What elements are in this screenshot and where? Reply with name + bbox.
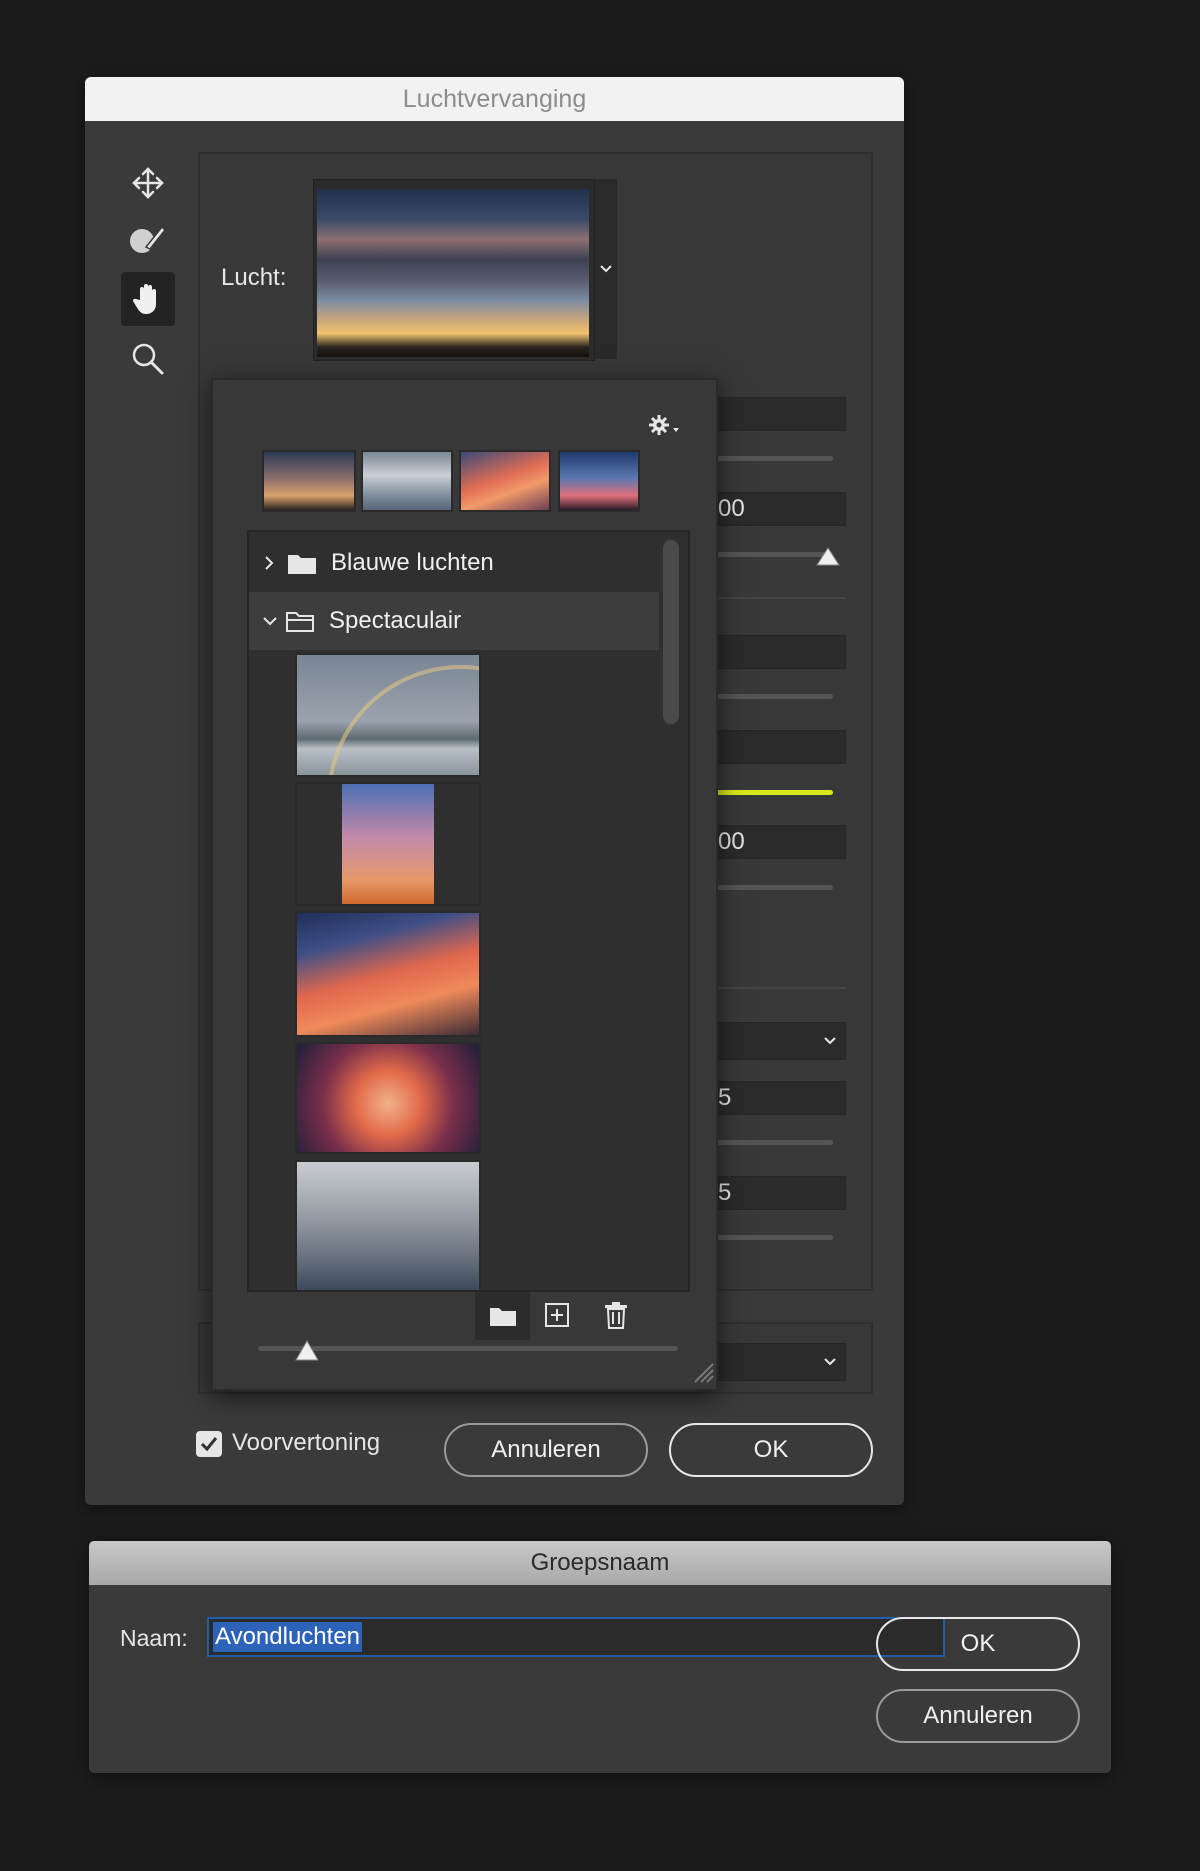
hand-icon: [132, 284, 156, 314]
value-field-7-text: 5: [718, 1179, 732, 1206]
dropdown-1[interactable]: [713, 1022, 846, 1060]
slider-track-6[interactable]: [713, 1140, 833, 1145]
slider-track-3[interactable]: [713, 694, 833, 699]
sky-preview-image[interactable]: [317, 189, 589, 357]
recent-sky-thumb-2[interactable]: [361, 450, 453, 512]
sky-brush-tool[interactable]: [121, 212, 175, 266]
value-field-4[interactable]: [713, 730, 846, 764]
slider-thumb-2[interactable]: [815, 547, 841, 567]
group-name-input[interactable]: Avondluchten: [207, 1617, 945, 1657]
value-field-3[interactable]: [713, 635, 846, 669]
preview-checkbox[interactable]: [196, 1431, 222, 1457]
folder-label: Blauwe luchten: [331, 549, 494, 576]
value-field-7[interactable]: 5: [713, 1176, 846, 1210]
sky-preset-popup: Blauwe luchten Spectaculair: [211, 378, 718, 1391]
name-label: Naam:: [120, 1625, 188, 1651]
move-tool[interactable]: [121, 156, 175, 210]
separator-2: [713, 987, 846, 989]
slider-track-1[interactable]: [713, 456, 833, 461]
new-folder-button[interactable]: [475, 1292, 530, 1340]
group-name-value: Avondluchten: [213, 1622, 363, 1652]
thumbnail-size-thumb[interactable]: [294, 1340, 320, 1362]
ok-button[interactable]: OK: [669, 1423, 873, 1477]
sky-dropdown-toggle[interactable]: [595, 179, 617, 359]
new-folder-icon: [489, 1308, 516, 1326]
sky-thumb-red-streaks[interactable]: [295, 911, 481, 1037]
value-field-5[interactable]: 00: [713, 825, 846, 859]
value-field-2-text: 00: [718, 495, 745, 522]
delete-button[interactable]: [604, 1301, 628, 1334]
move-icon: [132, 167, 164, 199]
gear-icon[interactable]: [648, 414, 682, 438]
sky-preset-list[interactable]: Blauwe luchten Spectaculair: [247, 530, 690, 1292]
chevron-down-icon: [600, 265, 612, 273]
sky-thumb-pastel[interactable]: [295, 782, 481, 906]
value-field-6[interactable]: 5: [713, 1081, 846, 1115]
group-dialog-title: Groepsnaam: [89, 1541, 1111, 1585]
group-ok-button[interactable]: OK: [876, 1617, 1080, 1671]
chevron-right-icon[interactable]: [263, 554, 275, 572]
sky-label: Lucht:: [221, 264, 287, 291]
value-field-1[interactable]: [713, 397, 846, 431]
sky-thumb-sunset-burst[interactable]: [295, 1042, 481, 1154]
add-sky-icon: [545, 1303, 569, 1327]
sky-brush-icon: [130, 225, 167, 253]
value-field-2[interactable]: 00: [713, 492, 846, 526]
preview-label: Voorvertoning: [232, 1429, 381, 1456]
recent-sky-thumb-4[interactable]: [558, 450, 640, 512]
cancel-button[interactable]: Annuleren: [444, 1423, 648, 1477]
sky-thumb-grey-clouds[interactable]: [295, 1160, 481, 1290]
zoom-icon: [132, 343, 164, 375]
group-cancel-button[interactable]: Annuleren: [876, 1689, 1080, 1743]
output-dropdown[interactable]: [713, 1343, 846, 1381]
resize-grip-icon[interactable]: [693, 1362, 715, 1384]
slider-track-4-active[interactable]: [713, 790, 833, 795]
value-field-6-text: 5: [718, 1084, 732, 1111]
chevron-down-icon: [824, 1358, 836, 1366]
recent-sky-thumb-1[interactable]: [262, 450, 356, 512]
group-name-dialog: Groepsnaam Naam: Avondluchten OK Annuler…: [89, 1541, 1111, 1773]
list-scrollbar-thumb[interactable]: [663, 540, 679, 724]
sky-thumb-rainbow[interactable]: [295, 653, 481, 777]
slider-track-5[interactable]: [713, 885, 833, 890]
add-sky-button[interactable]: [544, 1302, 570, 1333]
hand-tool[interactable]: [121, 272, 175, 326]
slider-track-7[interactable]: [713, 1235, 833, 1240]
folder-row-spectaculair[interactable]: Spectaculair: [249, 592, 659, 650]
folder-open-icon: [286, 612, 314, 632]
folder-label: Spectaculair: [329, 607, 462, 634]
separator-1: [713, 597, 846, 599]
chevron-down-icon[interactable]: [261, 615, 279, 627]
dialog-title: Luchtvervanging: [85, 77, 904, 121]
folder-icon: [288, 555, 316, 574]
checkmark-icon: [200, 1437, 218, 1452]
recent-sky-thumb-3[interactable]: [459, 450, 551, 512]
thumbnail-size-track[interactable]: [258, 1346, 678, 1351]
chevron-down-icon: [824, 1037, 836, 1045]
value-field-5-text: 00: [718, 828, 745, 855]
trash-icon: [605, 1302, 627, 1329]
zoom-tool[interactable]: [121, 332, 175, 386]
folder-row-blauwe-luchten[interactable]: Blauwe luchten: [249, 534, 659, 592]
